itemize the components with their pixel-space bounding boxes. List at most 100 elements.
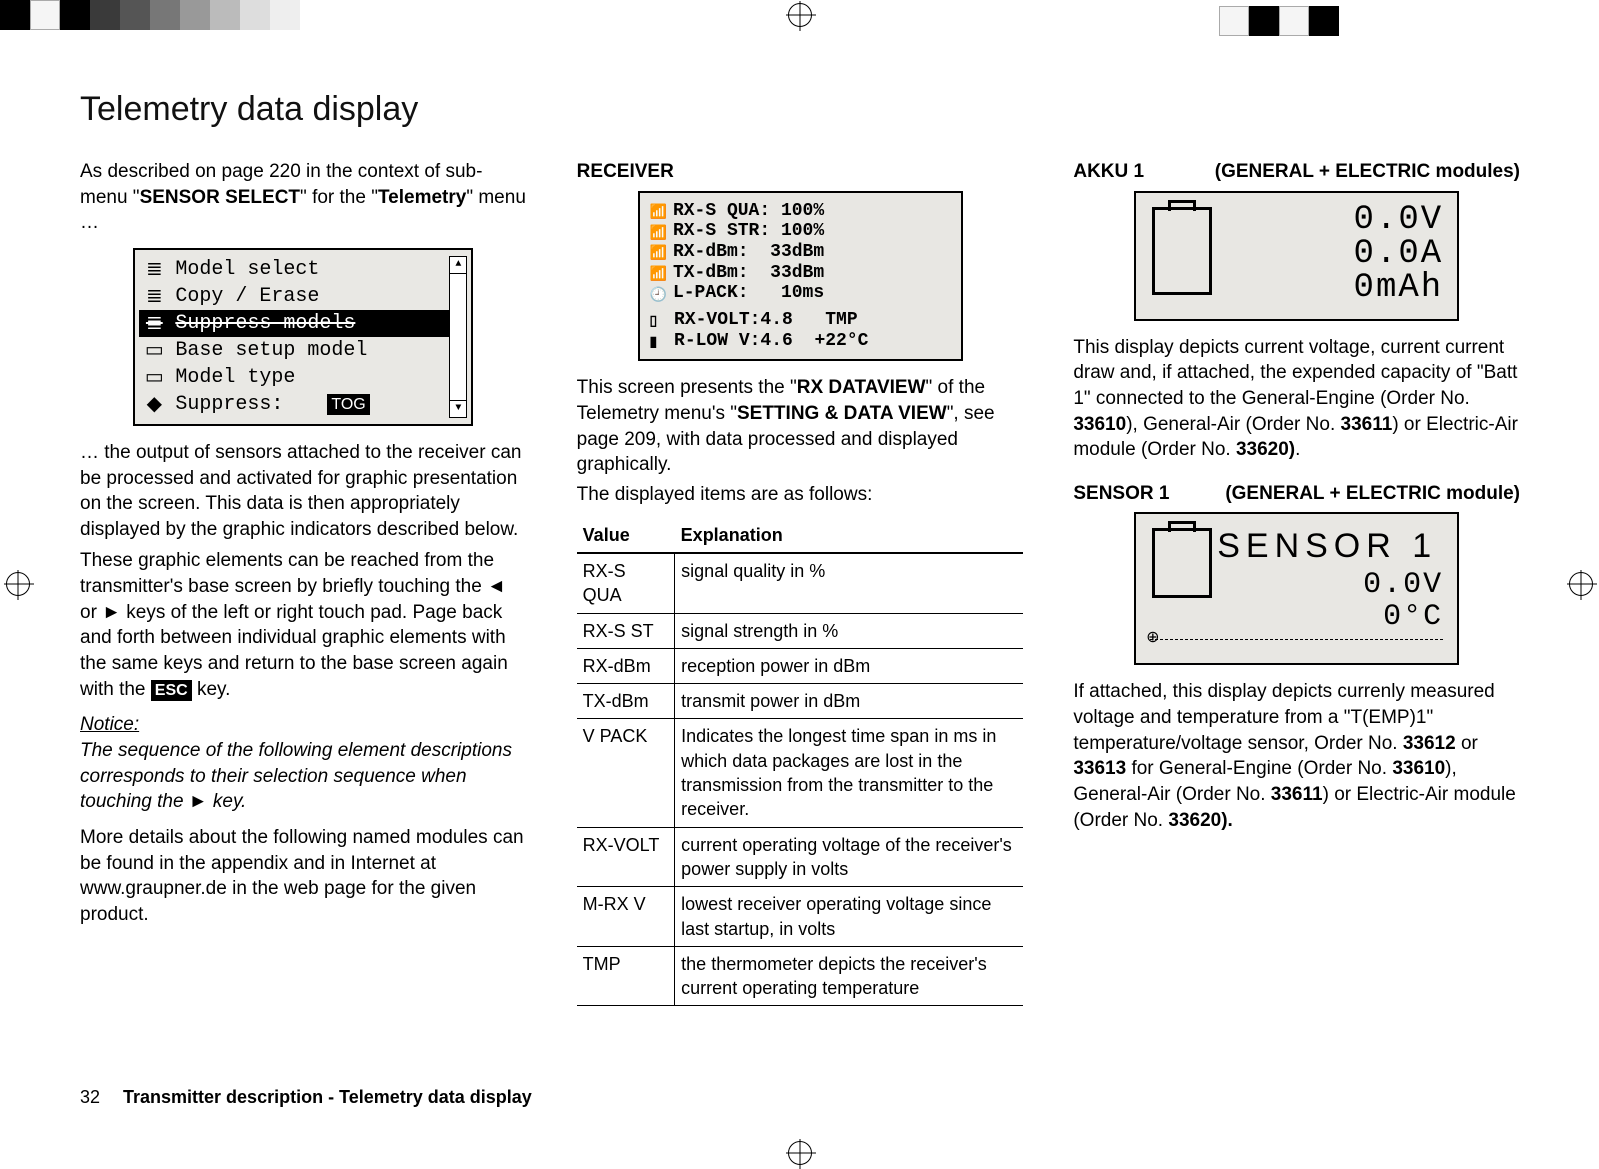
table-header: Explanation bbox=[675, 518, 1024, 553]
table-cell: M-RX V bbox=[577, 887, 675, 947]
notice-body: The sequence of the following element de… bbox=[80, 738, 527, 815]
paragraph: These graphic elements can be reached fr… bbox=[80, 548, 527, 702]
list-icon: ≣ bbox=[143, 310, 165, 337]
table-row: RX-dBmreception power in dBm bbox=[577, 648, 1024, 683]
panel-title-text: SENSOR 1 bbox=[1073, 481, 1169, 507]
menu-label: Suppress models bbox=[175, 310, 355, 337]
page-title: Telemetry data display bbox=[80, 90, 1520, 129]
sensor-temperature: 0°C bbox=[1150, 602, 1443, 634]
list-icon: ≣ bbox=[143, 283, 165, 310]
panel-subtitle: (GENERAL + ELECTRIC modules) bbox=[1215, 159, 1520, 185]
receiver-heading: RECEIVER bbox=[577, 159, 1024, 185]
table-cell: TMP bbox=[577, 946, 675, 1006]
receiver-lcd: 📶 RX-S QUA: 100% 📶 RX-S STR: 100% 📶 RX-dBm:… bbox=[638, 191, 963, 362]
menu-row: ▭Model type bbox=[139, 364, 465, 391]
text: This screen presents the " bbox=[577, 377, 797, 398]
text: or bbox=[1456, 733, 1478, 754]
signal-icon: 📶 bbox=[650, 244, 667, 260]
menu-row: ◆Suppress: TOG bbox=[139, 391, 465, 418]
table-cell: RX-S ST bbox=[577, 613, 675, 648]
paragraph: This display depicts current voltage, cu… bbox=[1073, 335, 1520, 463]
sensor-lcd: SENSOR 1 0.0V 0°C bbox=[1134, 512, 1459, 665]
paragraph: The displayed items are as follows: bbox=[577, 482, 1024, 508]
lcd-line: RX-S STR: 100% bbox=[673, 221, 824, 242]
notice-heading: Notice: bbox=[80, 712, 527, 738]
table-cell: transmit power in dBm bbox=[675, 684, 1024, 719]
battery-icon: ▯ bbox=[650, 312, 658, 328]
scroll-down-icon: ▼ bbox=[449, 400, 467, 418]
table-cell: V PACK bbox=[577, 719, 675, 827]
paragraph: More details about the following named m… bbox=[80, 825, 527, 928]
footer-title: Transmitter description - Telemetry data… bbox=[123, 1087, 532, 1107]
table-row: M-RX Vlowest receiver operating voltage … bbox=[577, 887, 1024, 947]
text: key. bbox=[192, 679, 231, 700]
scroll-track bbox=[449, 274, 467, 400]
registration-cross-right bbox=[1569, 572, 1593, 596]
menu-lcd: ≣ Model select ≣Copy / Erase ≣ Suppress mo… bbox=[133, 248, 473, 426]
paragraph: This screen presents the "RX DATAVIEW" o… bbox=[577, 375, 1024, 478]
lcd-line: RX-dBm: 33dBm bbox=[673, 242, 824, 263]
lcd-line: RX-VOLT:4.8 TMP bbox=[663, 310, 857, 331]
text-bold: SETTING & DATA VIEW bbox=[737, 403, 947, 424]
registration-cross-icon bbox=[788, 3, 812, 27]
text-bold: 33613 bbox=[1073, 758, 1126, 779]
table-cell: signal strength in % bbox=[675, 613, 1024, 648]
table-header: Value bbox=[577, 518, 675, 553]
diamond-icon: ◆ bbox=[143, 391, 165, 418]
signal-icon: 📶 bbox=[650, 203, 667, 219]
scroll-up-icon: ▲ bbox=[449, 256, 467, 274]
paragraph: If attached, this display depicts curren… bbox=[1073, 679, 1520, 833]
menu-label: Suppress: bbox=[175, 391, 283, 418]
text-bold: 33611 bbox=[1341, 414, 1393, 435]
reg-color-bar-left bbox=[0, 0, 300, 30]
text-bold: 33611 bbox=[1271, 784, 1323, 805]
text-bold: RX DATAVIEW bbox=[797, 377, 926, 398]
lcd-line: TX-dBm: 33dBm bbox=[673, 263, 824, 284]
lcd-line: R-LOW V:4.6 +22°C bbox=[663, 331, 868, 352]
panel-title-text: AKKU 1 bbox=[1073, 159, 1144, 185]
column-center: RECEIVER 📶 RX-S QUA: 100% 📶 RX-S STR: 100%… bbox=[577, 159, 1024, 1006]
page-number: 32 bbox=[80, 1087, 118, 1108]
menu-label: Base setup model bbox=[175, 337, 367, 364]
sensor-footer-rule bbox=[1150, 639, 1443, 653]
text-bold: 33620). bbox=[1168, 810, 1232, 831]
table-cell: the thermometer depicts the receiver's c… bbox=[675, 946, 1024, 1006]
panel-subtitle: (GENERAL + ELECTRIC module) bbox=[1225, 481, 1520, 507]
registration-marks-bottom bbox=[0, 1138, 1599, 1168]
paragraph: … the output of sensors attached to the … bbox=[80, 440, 527, 543]
akku-lcd: 0.0V 0.0A 0mAh bbox=[1134, 191, 1459, 321]
sensor-heading: SENSOR 1 (GENERAL + ELECTRIC module) bbox=[1073, 481, 1520, 507]
signal-icon: 📶 bbox=[650, 224, 667, 240]
text: This display depicts current voltage, cu… bbox=[1073, 337, 1517, 409]
table-cell: lowest receiver operating voltage since … bbox=[675, 887, 1024, 947]
table-cell: current operating voltage of the receive… bbox=[675, 827, 1024, 887]
battery-icon bbox=[1152, 207, 1212, 295]
menu-row: ≣Copy / Erase bbox=[139, 283, 465, 310]
akku-heading: AKKU 1 (GENERAL + ELECTRIC modules) bbox=[1073, 159, 1520, 185]
menu-row-selected: ≣ Suppress models bbox=[139, 310, 465, 337]
lcd-line: RX-S QUA: 100% bbox=[673, 201, 824, 222]
signal-icon: 📶 bbox=[650, 265, 667, 281]
menu-label: Model type bbox=[175, 364, 295, 391]
table-cell: reception power in dBm bbox=[675, 648, 1024, 683]
table-row: RX-S QUAsignal quality in % bbox=[577, 553, 1024, 613]
text-bold: 33612 bbox=[1403, 733, 1456, 754]
table-cell: RX-VOLT bbox=[577, 827, 675, 887]
text: " for the " bbox=[300, 187, 378, 208]
text: for General-Engine (Order No. bbox=[1126, 758, 1392, 779]
table-cell: Indicates the longest time span in ms in… bbox=[675, 719, 1024, 827]
text-bold: 33620) bbox=[1236, 439, 1295, 460]
registration-cross-icon bbox=[788, 1141, 812, 1165]
table-cell: TX-dBm bbox=[577, 684, 675, 719]
registration-marks-top bbox=[0, 0, 1599, 30]
text: . bbox=[1295, 439, 1300, 460]
text: These graphic elements can be reached fr… bbox=[80, 550, 508, 699]
reg-color-bar-right bbox=[1219, 6, 1339, 36]
table-row: V PACKIndicates the longest time span in… bbox=[577, 719, 1024, 827]
menu-scrollbar: ▲ ▼ bbox=[449, 256, 467, 418]
menu-label: Model select bbox=[175, 256, 319, 283]
battery-icon bbox=[1152, 528, 1212, 598]
registration-cross-left bbox=[6, 572, 30, 596]
text-bold: 33610 bbox=[1392, 758, 1445, 779]
page-body: Telemetry data display As described on p… bbox=[80, 90, 1520, 1050]
